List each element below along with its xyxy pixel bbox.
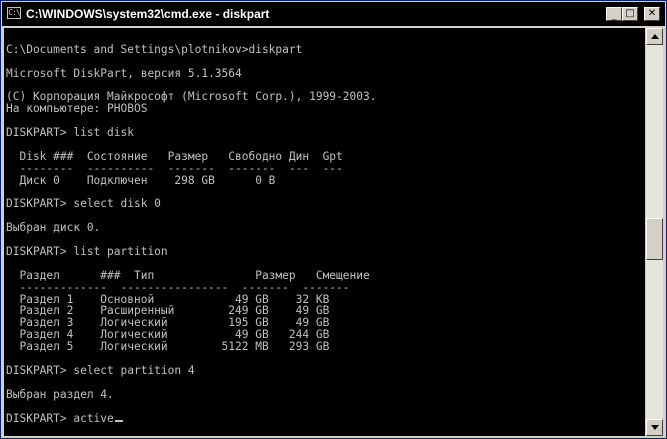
- console-line: Microsoft DiskPart, версия 5.1.3564: [6, 66, 242, 80]
- console-line: DISKPART> list partition: [6, 245, 168, 259]
- text-cursor: [114, 419, 123, 422]
- minimize-button[interactable]: _: [606, 7, 622, 21]
- cmd-window: C:\ C:\WINDOWS\system32\cmd.exe - diskpa…: [0, 0, 667, 439]
- vertical-scrollbar[interactable]: [646, 28, 663, 436]
- scroll-up-button[interactable]: [646, 28, 663, 45]
- maximize-icon: □: [625, 8, 635, 19]
- console-line: -------- ---------- ------- ------- --- …: [6, 161, 343, 175]
- console-line: DISKPART> list disk: [6, 126, 134, 140]
- console-line: Раздел ### Тип Размер Смещение: [6, 268, 370, 282]
- scrollbar-thumb[interactable]: [646, 218, 663, 260]
- console-lines: C:\Documents and Settings\plotnikov>disk…: [4, 28, 645, 424]
- console-line: DISKPART> select disk 0: [6, 197, 161, 211]
- console-line: Диск 0 Подключен 298 GB 0 B: [6, 173, 276, 187]
- console-line: На компьютере: PHOBOS: [6, 102, 148, 116]
- scroll-down-button[interactable]: [646, 419, 663, 436]
- console-line: ------------- ---------------- ------- -…: [6, 280, 350, 294]
- close-button[interactable]: ✕: [644, 7, 660, 21]
- arrow-down-icon: [651, 425, 659, 430]
- title-bar[interactable]: C:\ C:\WINDOWS\system32\cmd.exe - diskpa…: [2, 2, 665, 26]
- window-title: C:\WINDOWS\system32\cmd.exe - diskpart: [26, 7, 270, 21]
- console-line: C:\Documents and Settings\plotnikov>disk…: [6, 42, 303, 56]
- close-icon: ✕: [647, 8, 657, 19]
- minimize-icon: _: [611, 10, 617, 21]
- arrow-up-icon: [651, 34, 659, 39]
- maximize-button[interactable]: □: [622, 7, 638, 21]
- console-line: Раздел 5 Логический 5122 MB 293 GB: [6, 340, 330, 354]
- console-output[interactable]: C:\Documents and Settings\plotnikov>disk…: [4, 28, 645, 436]
- console-line: Выбран раздел 4.: [6, 387, 114, 401]
- console-icon[interactable]: C:\: [7, 7, 21, 19]
- console-line: Disk ### Состояние Размер Свободно Дин G…: [6, 149, 343, 163]
- console-line: DISKPART> active: [6, 412, 645, 425]
- console-line: DISKPART> select partition 4: [6, 363, 195, 377]
- console-line: Выбран диск 0.: [6, 221, 101, 235]
